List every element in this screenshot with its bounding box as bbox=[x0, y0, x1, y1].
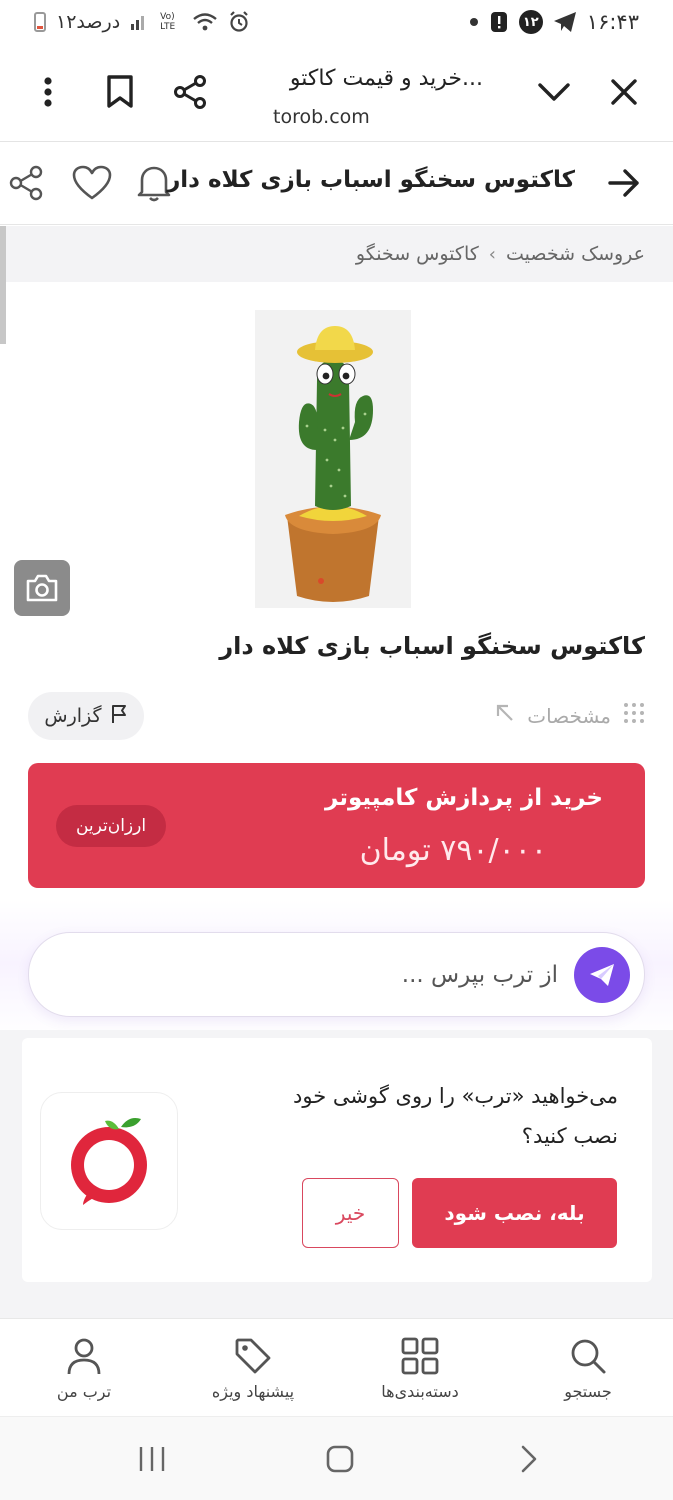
report-label: گزارش bbox=[44, 705, 102, 727]
breadcrumb: عروسک شخصیت › کاکتوس سخنگو bbox=[0, 226, 673, 282]
nav-search[interactable]: جستجو bbox=[508, 1319, 668, 1417]
arrow-up-left-icon bbox=[495, 703, 515, 728]
nav-my-torob[interactable]: ترب من bbox=[4, 1319, 164, 1417]
browser-page-title: خرید و قیمت کاکتو... bbox=[289, 66, 483, 91]
product-image[interactable] bbox=[255, 310, 411, 608]
dot-icon bbox=[469, 17, 479, 27]
paper-plane-icon bbox=[590, 964, 614, 986]
image-search-button[interactable] bbox=[14, 560, 70, 616]
nav-label: دسته‌بندی‌ها bbox=[381, 1381, 459, 1401]
status-right: ۱۲ ۱۶:۴۳ bbox=[469, 10, 639, 34]
browser-bar: خرید و قیمت کاکتو... torob.com bbox=[0, 44, 673, 142]
system-navigation bbox=[0, 1416, 673, 1500]
install-message: می‌خواهید «ترب» را روی گوشی خود نصب کنید… bbox=[293, 1084, 618, 1148]
ask-input[interactable] bbox=[98, 953, 558, 997]
back-arrow-icon[interactable] bbox=[602, 161, 646, 205]
telegram-icon bbox=[553, 11, 577, 33]
share-icon[interactable] bbox=[4, 161, 48, 205]
nav-special-offers[interactable]: پیشنهاد ویژه bbox=[173, 1319, 333, 1417]
nav-label: پیشنهاد ویژه bbox=[211, 1381, 295, 1401]
cheapest-badge: ارزان‌ترین bbox=[56, 805, 166, 847]
home-icon[interactable] bbox=[320, 1439, 360, 1479]
page-header: کاکتوس سخنگو اسباب بازی کلاه دار bbox=[0, 143, 673, 225]
back-icon[interactable] bbox=[508, 1439, 548, 1479]
camera-icon bbox=[26, 574, 58, 602]
tag-icon bbox=[235, 1338, 271, 1373]
notification-badge: ۱۲ bbox=[518, 10, 543, 34]
buy-offer-card[interactable]: خرید از پردازش کامپیوتر ۷۹۰/۰۰۰ تومان ار… bbox=[28, 763, 645, 888]
status-bar: ۱۲درصد Vo) LTE ۱۲ ۱۶:۴۳ bbox=[0, 0, 673, 44]
browser-url[interactable]: torob.com bbox=[273, 106, 370, 128]
signal-icon bbox=[130, 13, 150, 31]
report-button[interactable]: گزارش bbox=[28, 692, 144, 740]
search-icon bbox=[571, 1339, 606, 1373]
nav-categories[interactable]: دسته‌بندی‌ها bbox=[340, 1319, 500, 1417]
specs-link[interactable]: مشخصات bbox=[495, 702, 645, 729]
specs-label: مشخصات bbox=[527, 703, 611, 728]
scrollbar[interactable] bbox=[0, 226, 6, 344]
wifi-icon bbox=[192, 12, 218, 32]
breadcrumb-item[interactable]: کاکتوس سخنگو bbox=[356, 243, 479, 265]
battery-icon bbox=[34, 12, 46, 32]
battery-text: ۱۲درصد bbox=[56, 11, 121, 33]
bottom-navigation: جستجو دسته‌بندی‌ها پیشنهاد ویژه ترب من bbox=[0, 1318, 673, 1416]
product-title: کاکتوس سخنگو اسباب بازی کلاه دار bbox=[219, 632, 645, 660]
alert-icon bbox=[489, 11, 509, 33]
offer-price: ۷۹۰/۰۰۰ تومان bbox=[359, 833, 547, 868]
flag-icon bbox=[110, 704, 128, 729]
breadcrumb-item[interactable]: عروسک شخصیت bbox=[506, 243, 645, 265]
network-label: Vo) LTE bbox=[160, 12, 176, 32]
more-menu-icon[interactable] bbox=[22, 66, 74, 118]
chevron-down-icon[interactable] bbox=[528, 66, 580, 118]
recent-apps-icon[interactable] bbox=[132, 1439, 172, 1479]
send-button[interactable] bbox=[574, 947, 630, 1003]
alarm-icon bbox=[228, 11, 250, 33]
ask-bar[interactable] bbox=[28, 932, 645, 1017]
grid-dots-icon bbox=[623, 702, 645, 729]
torob-app-icon bbox=[40, 1092, 178, 1230]
nav-label: جستجو bbox=[564, 1381, 612, 1401]
install-no-button[interactable]: خیر bbox=[302, 1178, 399, 1248]
share-icon[interactable] bbox=[164, 66, 216, 118]
status-left: ۱۲درصد Vo) LTE bbox=[34, 11, 250, 33]
install-prompt: می‌خواهید «ترب» را روی گوشی خود نصب کنید… bbox=[22, 1038, 652, 1282]
install-yes-button[interactable]: بله، نصب شود bbox=[412, 1178, 617, 1248]
store-name: خرید از پردازش کامپیوتر bbox=[325, 785, 603, 811]
status-time: ۱۶:۴۳ bbox=[586, 10, 639, 34]
bookmark-icon[interactable] bbox=[94, 66, 146, 118]
user-icon bbox=[67, 1338, 101, 1374]
header-title: کاکتوس سخنگو اسباب بازی کلاه دار bbox=[167, 167, 575, 193]
grid-icon bbox=[401, 1337, 439, 1374]
nav-label: ترب من bbox=[56, 1381, 112, 1401]
heart-icon[interactable] bbox=[70, 161, 114, 205]
breadcrumb-separator: › bbox=[488, 243, 496, 265]
close-icon[interactable] bbox=[598, 66, 650, 118]
